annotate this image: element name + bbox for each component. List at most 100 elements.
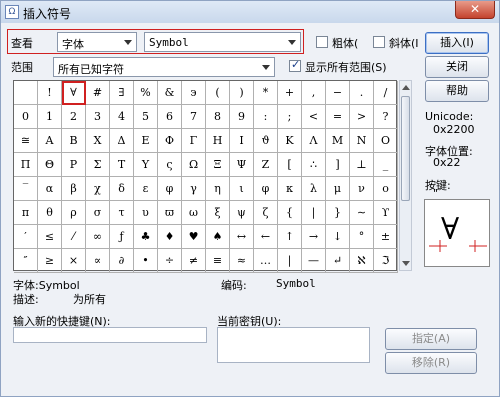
symbol-cell[interactable]: ↑ [278, 225, 302, 249]
symbol-cell[interactable]: ♣ [134, 225, 158, 249]
current-key-list[interactable] [217, 327, 370, 363]
symbol-cell[interactable]: 1 [38, 105, 62, 129]
symbol-cell[interactable]: ψ [230, 201, 254, 225]
symbol-cell[interactable]: ϶ [182, 81, 206, 105]
symbol-cell[interactable]: 3 [86, 105, 110, 129]
symbol-cell[interactable]: ∂ [110, 249, 134, 273]
symbol-cell[interactable]: 5 [134, 105, 158, 129]
symbol-cell[interactable]: Η [206, 129, 230, 153]
symbol-cell[interactable]: … [254, 249, 278, 273]
symbol-cell[interactable]: ] [326, 153, 350, 177]
symbol-cell[interactable]: Κ [278, 129, 302, 153]
symbol-cell[interactable]: μ [326, 177, 350, 201]
symbol-cell[interactable]: Γ [182, 129, 206, 153]
symbol-cell[interactable] [14, 81, 38, 105]
symbol-cell[interactable]: ° [350, 225, 374, 249]
symbol-cell[interactable]: ω [182, 201, 206, 225]
symbol-cell[interactable]: ≠ [182, 249, 206, 273]
symbol-cell[interactable]: ← [254, 225, 278, 249]
symbol-cell[interactable]: ϑ [254, 129, 278, 153]
symbol-cell[interactable]: β [62, 177, 86, 201]
insert-button[interactable]: 插入(I) [425, 32, 489, 54]
symbol-cell[interactable]: Τ [110, 153, 134, 177]
symbol-cell[interactable]: , [302, 81, 326, 105]
symbol-cell[interactable]: 6 [158, 105, 182, 129]
symbol-cell[interactable]: υ [134, 201, 158, 225]
symbol-cell[interactable]: ϖ [158, 201, 182, 225]
show-all-checkbox[interactable] [289, 58, 301, 72]
symbol-cell[interactable]: ≅ [14, 129, 38, 153]
symbol-cell[interactable]: 8 [206, 105, 230, 129]
symbol-cell[interactable]: ⁄ [62, 225, 86, 249]
symbol-cell[interactable]: — [302, 249, 326, 273]
symbol-cell[interactable]: δ [110, 177, 134, 201]
symbol-cell[interactable]: ? [374, 105, 398, 129]
symbol-cell[interactable]: τ [110, 201, 134, 225]
symbol-cell[interactable]: ⊥ [350, 153, 374, 177]
symbol-cell[interactable]: Ψ [230, 153, 254, 177]
symbol-cell[interactable]: ι [230, 177, 254, 201]
close-button[interactable]: 关闭 [425, 56, 489, 78]
symbol-cell[interactable]: ≡ [206, 249, 230, 273]
symbol-cell[interactable]: ↵ [326, 249, 350, 273]
symbol-cell[interactable]: 7 [182, 105, 206, 129]
symbol-cell[interactable]: ς [158, 153, 182, 177]
symbol-cell[interactable]: ≥ [38, 249, 62, 273]
symbol-cell[interactable]: Ν [350, 129, 374, 153]
symbol-cell[interactable]: ∼ [350, 201, 374, 225]
font-select[interactable]: Symbol [144, 32, 301, 52]
symbol-cell[interactable]: × [62, 249, 86, 273]
symbol-cell[interactable]: σ [86, 201, 110, 225]
symbol-cell[interactable]: _ [374, 153, 398, 177]
symbol-cell[interactable]: ! [38, 81, 62, 105]
symbol-cell[interactable]: ℵ [350, 249, 374, 273]
new-shortcut-input[interactable] [13, 327, 207, 343]
symbol-cell[interactable]: ″ [14, 249, 38, 273]
symbol-cell[interactable]: * [254, 81, 278, 105]
symbol-cell[interactable]: ÷ [158, 249, 182, 273]
symbol-cell[interactable]: • [134, 249, 158, 273]
symbol-cell[interactable]: ζ [254, 201, 278, 225]
symbol-cell[interactable]: ∞ [86, 225, 110, 249]
symbol-cell[interactable]: Ω [182, 153, 206, 177]
symbol-cell[interactable]: Ξ [206, 153, 230, 177]
symbol-cell[interactable]: Δ [110, 129, 134, 153]
symbol-cell[interactable]: ↔ [230, 225, 254, 249]
scroll-up-icon[interactable] [402, 85, 410, 90]
symbol-cell[interactable]: Υ [134, 153, 158, 177]
symbol-cell[interactable]: Ι [230, 129, 254, 153]
symbol-cell[interactable]: ♦ [158, 225, 182, 249]
remove-button[interactable]: 移除(R) [385, 352, 477, 374]
symbol-cell[interactable]: ∃ [110, 81, 134, 105]
symbol-cell[interactable]: 9 [230, 105, 254, 129]
symbol-cell[interactable]: Μ [326, 129, 350, 153]
symbol-cell[interactable]: & [158, 81, 182, 105]
symbol-cell[interactable]: Ρ [62, 153, 86, 177]
symbol-cell[interactable]: φ [254, 177, 278, 201]
symbol-cell[interactable]: α [38, 177, 62, 201]
symbol-cell[interactable]: Ζ [254, 153, 278, 177]
symbol-cell[interactable]: ε [134, 177, 158, 201]
symbol-cell[interactable]: ♥ [182, 225, 206, 249]
symbol-cell[interactable]: # [86, 81, 110, 105]
symbol-cell[interactable]: ∀ [62, 81, 86, 105]
symbol-cell[interactable]: λ [302, 177, 326, 201]
symbol-cell[interactable]: ξ [206, 201, 230, 225]
symbol-cell[interactable]: θ [38, 201, 62, 225]
symbol-cell[interactable]: 2 [62, 105, 86, 129]
scroll-thumb[interactable] [401, 96, 410, 201]
symbol-cell[interactable]: / [374, 81, 398, 105]
symbol-cell[interactable]: | [278, 249, 302, 273]
symbol-cell[interactable]: Φ [158, 129, 182, 153]
symbol-cell[interactable]: − [326, 81, 350, 105]
symbol-cell[interactable]: ‾ [14, 177, 38, 201]
range-select[interactable]: 所有已知字符 [53, 57, 275, 77]
symbol-cell[interactable]: { [278, 201, 302, 225]
symbol-cell[interactable]: . [350, 81, 374, 105]
symbol-cell[interactable]: ± [374, 225, 398, 249]
symbol-cell[interactable]: ) [230, 81, 254, 105]
symbol-cell[interactable]: = [326, 105, 350, 129]
help-button[interactable]: 帮助 [425, 80, 489, 102]
close-window-button[interactable]: ✕ [455, 1, 495, 19]
italic-checkbox[interactable] [373, 36, 385, 48]
